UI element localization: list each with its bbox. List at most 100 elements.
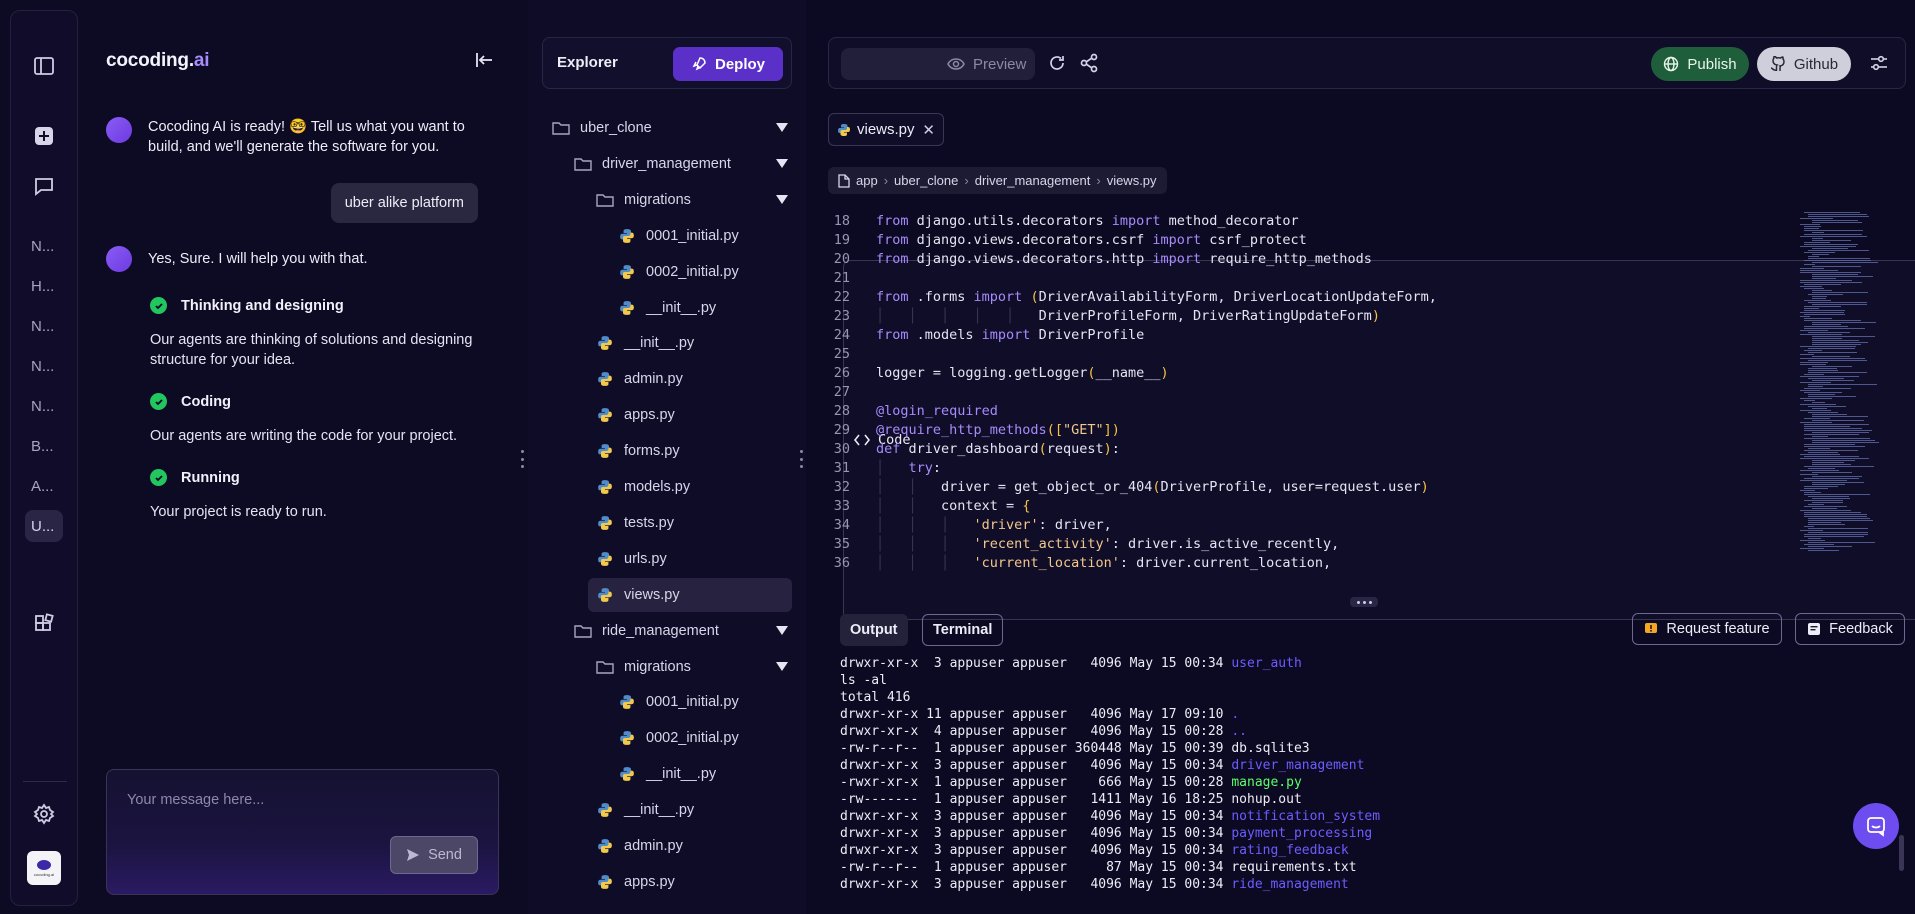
output-tab[interactable]: Output	[840, 614, 908, 646]
new-project-icon[interactable]	[25, 119, 63, 153]
workspace-avatar[interactable]: cocoding.ai	[27, 851, 61, 885]
breadcrumb-item[interactable]: views.py	[1107, 173, 1157, 188]
terminal-tab[interactable]: Terminal	[922, 614, 1004, 646]
share-icon[interactable]	[1079, 53, 1101, 75]
tree-folder[interactable]: migrations	[588, 183, 792, 217]
minimap-line	[1804, 226, 1822, 227]
tree-folder[interactable]: uber_clone	[544, 111, 792, 145]
tree-file[interactable]: 0002_initial.py	[610, 721, 792, 755]
minimap-line	[1800, 218, 1833, 219]
settings-icon[interactable]	[25, 797, 63, 831]
rail-project-item[interactable]: N...	[25, 390, 63, 422]
code-text: │ │ │ 'driver': driver,	[876, 516, 1112, 535]
tree-folder[interactable]: ride_management	[566, 614, 792, 648]
settings-sliders-icon[interactable]	[1869, 53, 1891, 75]
support-chat-button[interactable]	[1853, 803, 1899, 849]
rail-project-item[interactable]: N...	[25, 310, 63, 342]
minimap-line	[1800, 236, 1868, 237]
chevron-down-icon[interactable]	[776, 625, 788, 635]
minimap-line	[1804, 492, 1822, 493]
tree-folder[interactable]: driver_management	[566, 147, 792, 181]
line-number: 21	[833, 270, 850, 286]
terminal-line: total 416	[840, 689, 1880, 706]
code-token: DriverProfileForm, DriverRatingUpdateFor…	[1038, 308, 1372, 324]
tree-file[interactable]: __init__.py	[610, 291, 792, 325]
chevron-down-icon[interactable]	[776, 194, 788, 204]
support-chat-icon	[1867, 817, 1885, 837]
code-text: @login_required	[876, 402, 998, 421]
rail-project-item[interactable]: A...	[25, 470, 63, 502]
terminal-scrollbar[interactable]	[1899, 835, 1904, 871]
code-token: .models	[908, 327, 982, 343]
minimap-line	[1812, 232, 1825, 233]
collapse-chat-icon[interactable]	[474, 50, 496, 72]
tree-file[interactable]: apps.py	[588, 865, 792, 899]
chevron-down-icon[interactable]	[776, 123, 788, 132]
tree-file[interactable]: __init__.py	[588, 793, 792, 827]
breadcrumb-item[interactable]: driver_management	[975, 173, 1091, 188]
toggle-sidebar-icon[interactable]	[25, 49, 63, 83]
minimap-line	[1808, 332, 1850, 333]
chevron-down-icon[interactable]	[776, 661, 788, 671]
minimap-line	[1812, 482, 1864, 483]
integrations-icon[interactable]	[25, 607, 63, 641]
minimap-line	[1804, 512, 1862, 513]
folder-icon	[596, 658, 614, 676]
rail-project-item[interactable]: H...	[25, 270, 63, 302]
tree-file[interactable]: 0002_initial.py	[610, 255, 792, 289]
tree-file[interactable]: __init__.py	[588, 326, 792, 360]
tree-file[interactable]: urls.py	[588, 542, 792, 576]
send-button[interactable]: Send	[390, 836, 478, 874]
terminal-output[interactable]: drwxr-xr-x 3 appuser appuser 4096 May 15…	[840, 655, 1880, 905]
breadcrumb-item[interactable]: app	[856, 173, 878, 188]
minimap-line	[1812, 266, 1861, 267]
preview-tab[interactable]: Preview	[937, 50, 1036, 78]
tree-label: migrations	[624, 658, 691, 675]
tree-file[interactable]: views.py	[588, 577, 792, 612]
message-input[interactable]: Your message here...	[127, 792, 264, 808]
explorer-resize-handle[interactable]	[798, 445, 804, 473]
close-tab-icon[interactable]: ✕	[922, 121, 935, 139]
code-editor[interactable]: 18 from django.utils.decorators import me…	[828, 212, 1908, 572]
rail-project-item[interactable]: N...	[25, 230, 63, 262]
minimap-line	[1804, 244, 1858, 245]
tree-file[interactable]: __init__.py	[610, 757, 792, 791]
tree-file[interactable]: 0001_initial.py	[610, 685, 792, 719]
tree-file[interactable]: forms.py	[588, 434, 792, 468]
code-token: )	[1371, 308, 1380, 324]
minimap-line	[1804, 228, 1820, 229]
minimap-line	[1808, 378, 1844, 379]
tree-folder[interactable]: migrations	[588, 650, 792, 684]
code-token: from	[876, 232, 909, 248]
chevron-down-icon[interactable]	[776, 158, 788, 168]
github-button[interactable]: Github	[1757, 47, 1851, 81]
tree-label: views.py	[624, 586, 680, 603]
file-tab-views[interactable]: views.py ✕	[828, 113, 944, 146]
minimap-line	[1804, 544, 1835, 545]
message-composer[interactable]: Your message here... Send	[106, 769, 499, 895]
chat-icon[interactable]	[25, 169, 63, 203]
tree-file[interactable]: admin.py	[588, 362, 792, 396]
publish-button[interactable]: Publish	[1651, 47, 1749, 81]
tree-file[interactable]: models.py	[588, 470, 792, 504]
code-token: DriverAvailabilityForm, DriverLocationUp…	[1038, 289, 1437, 305]
terminal-entry-name: user_auth	[1231, 656, 1302, 671]
tree-file[interactable]: apps.py	[588, 398, 792, 432]
code-text: logger = logging.getLogger(__name__)	[876, 364, 1169, 383]
tree-file[interactable]: admin.py	[588, 829, 792, 863]
chat-resize-handle[interactable]	[519, 445, 525, 473]
request-feature-button[interactable]: Request feature	[1632, 613, 1782, 645]
feedback-button[interactable]: Feedback	[1795, 613, 1905, 645]
minimap-line	[1812, 414, 1848, 415]
rail-project-item[interactable]: U...	[25, 510, 63, 542]
rail-project-item[interactable]: B...	[25, 430, 63, 462]
refresh-icon[interactable]	[1047, 53, 1069, 75]
tree-file[interactable]: tests.py	[588, 506, 792, 540]
deploy-button[interactable]: Deploy	[673, 47, 783, 81]
rail-project-item[interactable]: N...	[25, 350, 63, 382]
tree-file[interactable]: 0001_initial.py	[610, 219, 792, 253]
minimap-line	[1808, 406, 1847, 407]
panel-resize-handle[interactable]	[1350, 597, 1378, 607]
code-minimap[interactable]	[1796, 212, 1906, 572]
breadcrumb-item[interactable]: uber_clone	[894, 173, 958, 188]
